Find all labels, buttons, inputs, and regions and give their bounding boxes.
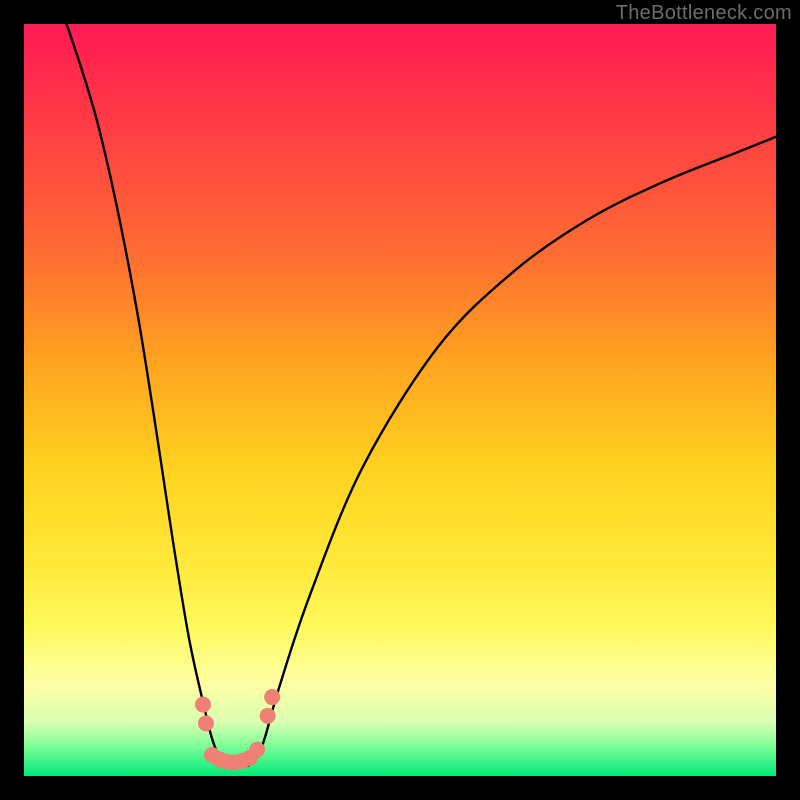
- plot-area: [24, 24, 776, 776]
- marker-dot: [198, 715, 214, 731]
- watermark-text: TheBottleneck.com: [616, 2, 792, 25]
- marker-dot: [249, 742, 265, 758]
- marker-dot: [264, 689, 280, 705]
- marker-dot: [260, 708, 276, 724]
- curve-group: [62, 9, 776, 767]
- chart-stage: TheBottleneck.com: [0, 0, 800, 800]
- chart-svg: [24, 24, 776, 776]
- marker-dot: [195, 697, 211, 713]
- bottleneck-curve: [62, 9, 776, 767]
